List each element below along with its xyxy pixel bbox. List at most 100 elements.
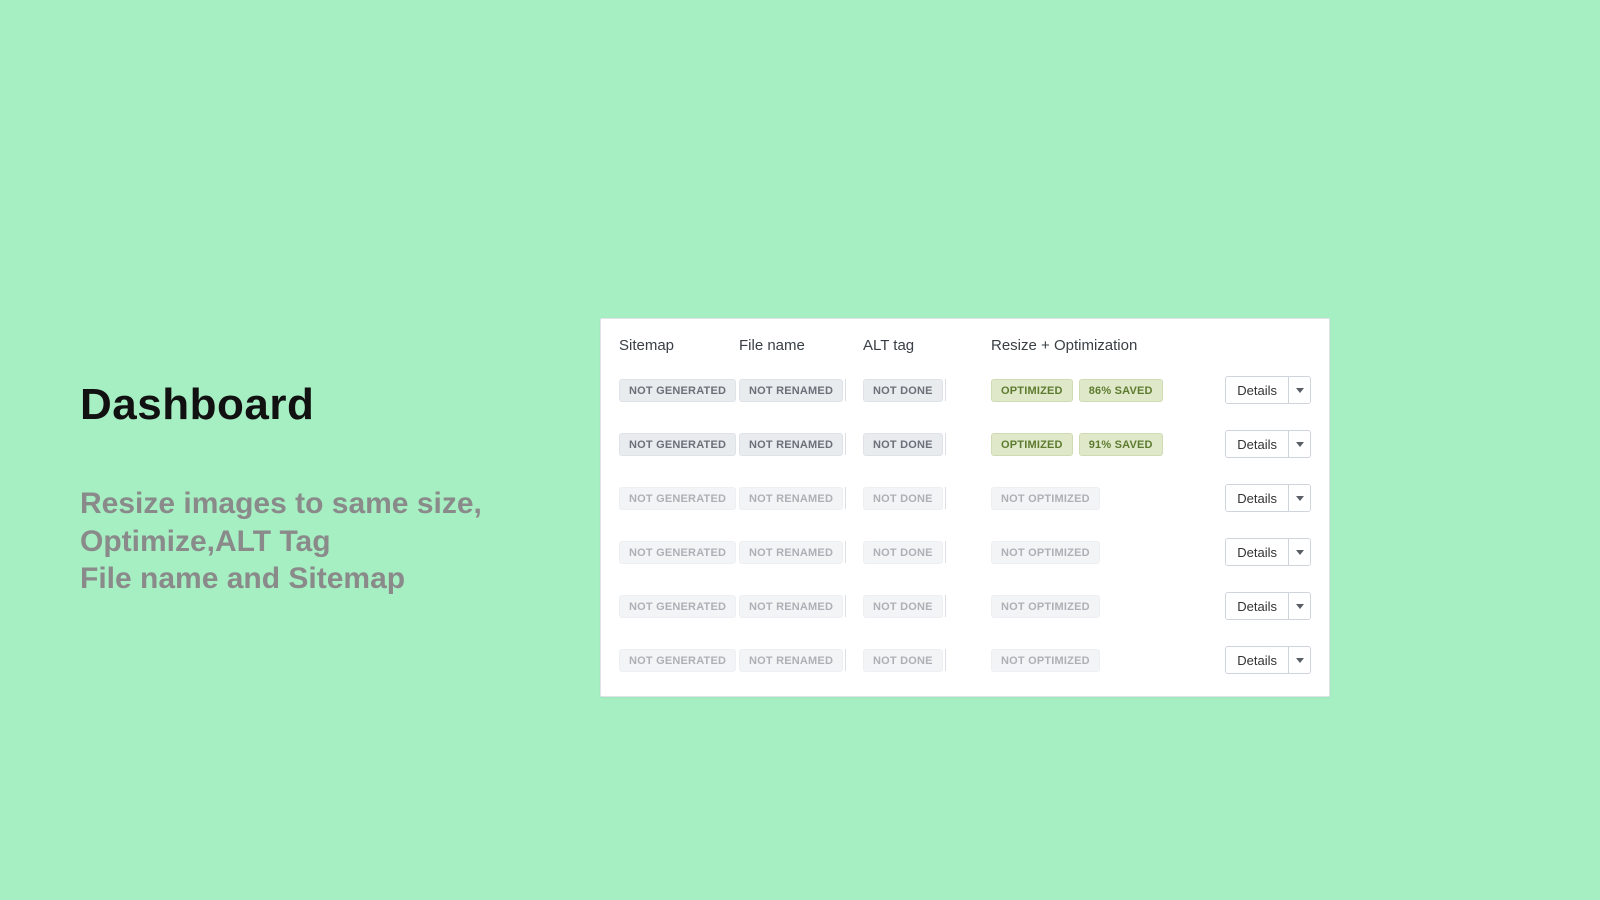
sitemap-status-badge: NOT GENERATED xyxy=(619,433,736,456)
alt-status-badge: NOT DONE xyxy=(863,487,943,510)
optimized-status-badge: NOT OPTIMIZED xyxy=(991,595,1100,618)
subtitle-line: Optimize,ALT Tag xyxy=(80,523,570,561)
cell-sitemap: NOT GENERATED xyxy=(619,541,739,564)
optimized-status-badge: OPTIMIZED xyxy=(991,379,1073,402)
column-divider xyxy=(945,541,946,563)
cell-optimization: NOT OPTIMIZED xyxy=(991,595,1201,618)
cell-sitemap: NOT GENERATED xyxy=(619,379,739,402)
sitemap-status-badge: NOT GENERATED xyxy=(619,595,736,618)
cell-actions: Details xyxy=(1201,376,1311,404)
details-button-group: Details xyxy=(1225,430,1311,458)
alt-status-badge: NOT DONE xyxy=(863,649,943,672)
details-button-group: Details xyxy=(1225,484,1311,512)
cell-optimization: OPTIMIZED86% SAVED xyxy=(991,379,1201,402)
cell-sitemap: NOT GENERATED xyxy=(619,433,739,456)
left-text-block: Dashboard Resize images to same size, Op… xyxy=(80,380,570,598)
optimization-wrap: NOT OPTIMIZED xyxy=(991,487,1100,510)
alt-status-badge: NOT DONE xyxy=(863,595,943,618)
column-divider xyxy=(845,487,846,509)
chevron-down-icon xyxy=(1296,496,1304,501)
details-dropdown-toggle[interactable] xyxy=(1288,431,1310,457)
optimization-wrap: NOT OPTIMIZED xyxy=(991,595,1100,618)
filename-status-badge: NOT RENAMED xyxy=(739,649,843,672)
cell-actions: Details xyxy=(1201,592,1311,620)
details-button-group: Details xyxy=(1225,646,1311,674)
status-table-panel: Sitemap File name ALT tag Resize + Optim… xyxy=(600,318,1330,697)
alt-status-badge: NOT DONE xyxy=(863,379,943,402)
subtitle-line: File name and Sitemap xyxy=(80,560,570,598)
alt-status-badge: NOT DONE xyxy=(863,433,943,456)
details-button[interactable]: Details xyxy=(1226,593,1288,619)
optimized-status-badge: OPTIMIZED xyxy=(991,433,1073,456)
filename-status-badge: NOT RENAMED xyxy=(739,433,843,456)
cell-sitemap: NOT GENERATED xyxy=(619,595,739,618)
cell-optimization: OPTIMIZED 91% SAVED xyxy=(991,433,1201,456)
sitemap-status-badge: NOT GENERATED xyxy=(619,541,736,564)
col-header-alt: ALT tag xyxy=(863,337,991,354)
details-button[interactable]: Details xyxy=(1226,431,1288,457)
cell-sitemap: NOT GENERATED xyxy=(619,649,739,672)
details-button-group: Details xyxy=(1225,538,1311,566)
chevron-down-icon xyxy=(1296,442,1304,447)
table-row: NOT GENERATEDNOT RENAMED NOT DONE OPTIMIZE… xyxy=(619,368,1311,412)
details-button[interactable]: Details xyxy=(1226,485,1288,511)
optimized-status-badge: NOT OPTIMIZED xyxy=(991,487,1100,510)
filename-status-badge: NOT RENAMED xyxy=(739,379,843,402)
chevron-down-icon xyxy=(1296,550,1304,555)
cell-actions: Details xyxy=(1201,538,1311,566)
col-header-resize: Resize + Optimization xyxy=(991,337,1201,354)
saved-percent-badge: 91% SAVED xyxy=(1079,433,1163,456)
page-subtitle: Resize images to same size, Optimize,ALT… xyxy=(80,485,570,598)
details-dropdown-toggle[interactable] xyxy=(1288,647,1310,673)
details-button-group: Details xyxy=(1225,592,1311,620)
table-row: NOT GENERATEDNOT RENAMED NOT DONE NOT OPTI… xyxy=(619,530,1311,574)
details-dropdown-toggle[interactable] xyxy=(1288,593,1310,619)
details-dropdown-toggle[interactable] xyxy=(1288,485,1310,511)
cell-actions: Details xyxy=(1201,430,1311,458)
details-button[interactable]: Details xyxy=(1226,377,1288,403)
details-dropdown-toggle[interactable] xyxy=(1288,539,1310,565)
chevron-down-icon xyxy=(1296,604,1304,609)
column-divider xyxy=(945,649,946,671)
filename-status-badge: NOT RENAMED xyxy=(739,541,843,564)
table-row: NOT GENERATEDNOT RENAMED NOT DONE OPTIMIZE… xyxy=(619,422,1311,466)
cell-actions: Details xyxy=(1201,646,1311,674)
chevron-down-icon xyxy=(1296,658,1304,663)
cell-alt: NOT DONE xyxy=(863,487,991,510)
alt-status-badge: NOT DONE xyxy=(863,541,943,564)
cell-filename: NOT RENAMED xyxy=(739,541,863,564)
cell-alt: NOT DONE xyxy=(863,595,991,618)
details-dropdown-toggle[interactable] xyxy=(1288,377,1310,403)
sitemap-status-badge: NOT GENERATED xyxy=(619,379,736,402)
sitemap-status-badge: NOT GENERATED xyxy=(619,487,736,510)
table-header-row: Sitemap File name ALT tag Resize + Optim… xyxy=(619,337,1311,354)
column-divider xyxy=(845,541,846,563)
subtitle-line: Resize images to same size, xyxy=(80,485,570,523)
optimization-wrap: OPTIMIZED 91% SAVED xyxy=(991,433,1163,456)
column-divider xyxy=(845,649,846,671)
details-button[interactable]: Details xyxy=(1226,647,1288,673)
col-header-sitemap: Sitemap xyxy=(619,337,739,354)
optimization-wrap: NOT OPTIMIZED xyxy=(991,649,1100,672)
optimization-wrap: NOT OPTIMIZED xyxy=(991,541,1100,564)
cell-alt: NOT DONE xyxy=(863,541,991,564)
column-divider xyxy=(945,433,946,455)
details-button[interactable]: Details xyxy=(1226,539,1288,565)
cell-actions: Details xyxy=(1201,484,1311,512)
cell-optimization: NOT OPTIMIZED xyxy=(991,541,1201,564)
optimized-status-badge: NOT OPTIMIZED xyxy=(991,541,1100,564)
cell-optimization: NOT OPTIMIZED xyxy=(991,487,1201,510)
cell-alt: NOT DONE xyxy=(863,649,991,672)
page-title: Dashboard xyxy=(80,380,570,430)
details-button-group: Details xyxy=(1225,376,1311,404)
table-row: NOT GENERATEDNOT RENAMED NOT DONE NOT OPTI… xyxy=(619,638,1311,682)
column-divider xyxy=(845,595,846,617)
filename-status-badge: NOT RENAMED xyxy=(739,595,843,618)
optimization-wrap: OPTIMIZED86% SAVED xyxy=(991,379,1163,402)
cell-optimization: NOT OPTIMIZED xyxy=(991,649,1201,672)
optimized-status-badge: NOT OPTIMIZED xyxy=(991,649,1100,672)
col-header-filename: File name xyxy=(739,337,863,354)
cell-filename: NOT RENAMED xyxy=(739,379,863,402)
cell-filename: NOT RENAMED xyxy=(739,487,863,510)
column-divider xyxy=(845,379,846,401)
